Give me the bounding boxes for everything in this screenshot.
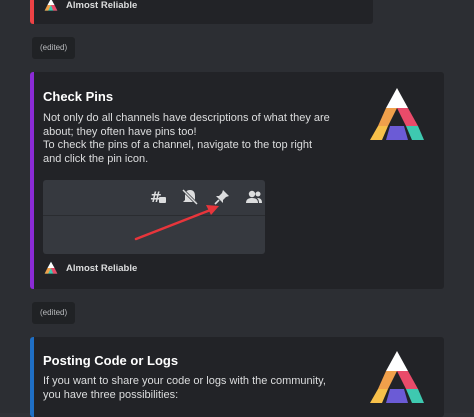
almost-reliable-logo-icon — [44, 261, 58, 274]
embed-footer-text: Almost Reliable — [66, 0, 138, 11]
description-line: To check the pins of a channel, navigate… — [43, 139, 313, 151]
edited-label: (edited) — [32, 37, 76, 59]
description-line: If you want to share your code or logs w… — [43, 375, 326, 387]
embed-card-check-pins: Check Pins Not only do all channels have… — [30, 72, 444, 289]
embed-footer-text: Almost Reliable — [66, 262, 138, 274]
description-line: and click the pin icon. — [43, 152, 149, 165]
embed-card-posting-code: Posting Code or Logs If you want to shar… — [30, 337, 444, 417]
embed-accent-bar — [30, 72, 34, 289]
almost-reliable-logo-icon — [44, 0, 58, 11]
embed-accent-bar — [30, 337, 34, 417]
embed-card-previous: Almost Reliable — [30, 0, 373, 24]
edited-label: (edited) — [32, 302, 76, 324]
almost-reliable-thumbnail-icon — [370, 351, 424, 403]
description-line: Not only do all channels have descriptio… — [43, 112, 330, 124]
description-line: about; they often have pins too! — [43, 125, 197, 138]
embed-description: If you want to share your code or logs w… — [43, 375, 388, 402]
embed-accent-bar — [30, 0, 34, 24]
description-line: you have three possibilities: — [43, 388, 179, 401]
almost-reliable-thumbnail-icon — [370, 88, 424, 140]
embed-title: Check Pins — [43, 89, 114, 104]
embed-footer: Almost Reliable — [44, 0, 137, 12]
embed-description: Not only do all channels have descriptio… — [43, 112, 388, 166]
embed-title: Posting Code or Logs — [43, 353, 179, 368]
embed-screenshot-image: # — [43, 180, 265, 254]
embed-footer: Almost Reliable — [44, 261, 137, 275]
red-arrow-annotation — [134, 205, 219, 241]
